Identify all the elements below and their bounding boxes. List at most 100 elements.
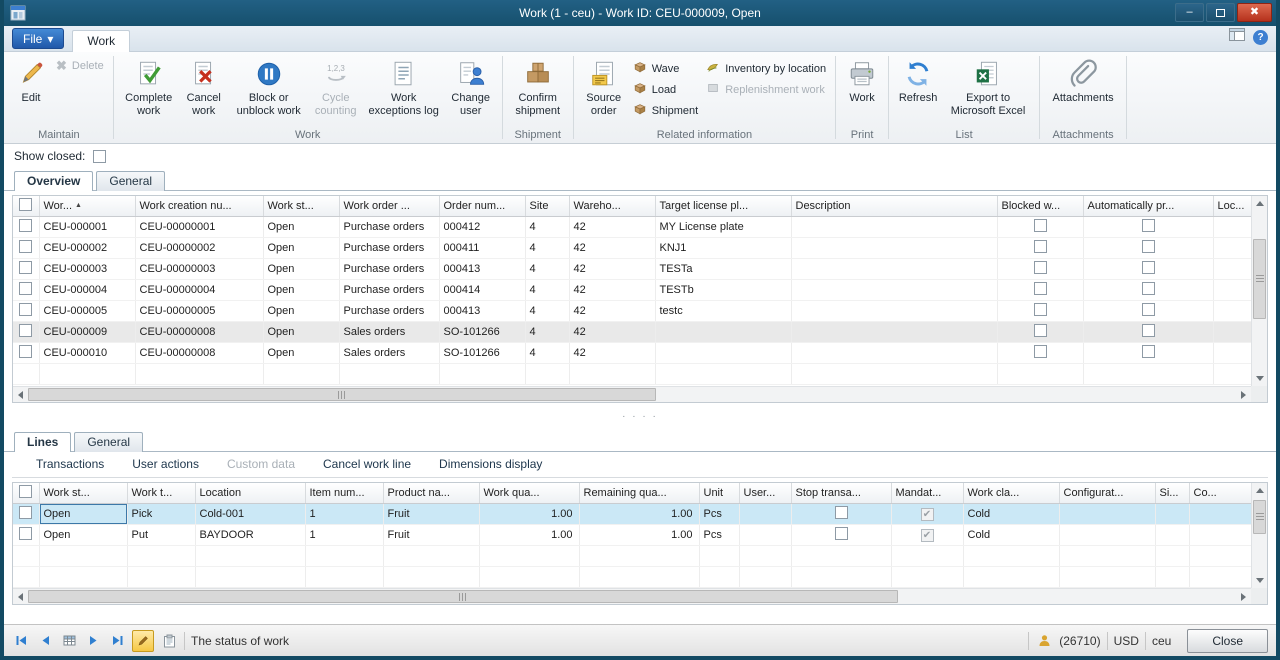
checkbox[interactable] (1142, 303, 1155, 316)
checkbox[interactable] (1034, 282, 1047, 295)
table-cell[interactable]: 42 (569, 259, 655, 280)
table-cell[interactable] (1213, 259, 1251, 280)
row-select-checkbox-cell[interactable] (13, 301, 39, 322)
column-header[interactable]: Blocked w... (997, 196, 1083, 217)
column-header[interactable]: Product na... (383, 483, 479, 504)
table-cell[interactable]: SO-101266 (439, 322, 525, 343)
column-header[interactable]: User... (739, 483, 791, 504)
table-cell[interactable]: 4 (525, 238, 569, 259)
table-cell[interactable]: Sales orders (339, 343, 439, 364)
inventory-by-location-button[interactable]: Inventory by location (702, 58, 830, 79)
table-cell[interactable]: Open (39, 504, 127, 525)
refresh-button[interactable]: Refresh (894, 55, 942, 107)
select-all-checkbox[interactable] (13, 196, 39, 217)
scroll-up-button[interactable] (1252, 483, 1267, 498)
table-cell[interactable]: Open (263, 301, 339, 322)
table-cell[interactable]: Purchase orders (339, 280, 439, 301)
scroll-down-button[interactable] (1252, 573, 1267, 588)
table-cell[interactable]: CEU-00000008 (135, 343, 263, 364)
column-header[interactable]: Wareho... (569, 196, 655, 217)
checkbox[interactable] (1142, 219, 1155, 232)
vertical-scroll-thumb[interactable] (1253, 500, 1266, 534)
table-cell[interactable] (791, 217, 997, 238)
table-cell[interactable] (997, 343, 1083, 364)
table-cell[interactable] (739, 525, 791, 546)
checkbox[interactable] (19, 527, 32, 540)
lines-horizontal-scrollbar[interactable] (13, 588, 1251, 604)
table-cell[interactable] (997, 322, 1083, 343)
row-select-checkbox-cell[interactable] (13, 504, 39, 525)
table-cell[interactable]: CEU-000009 (39, 322, 135, 343)
scroll-right-button[interactable] (1236, 387, 1251, 402)
column-header[interactable]: Configurat... (1059, 483, 1155, 504)
table-cell[interactable] (1213, 322, 1251, 343)
table-cell[interactable] (1083, 343, 1213, 364)
table-cell[interactable] (1213, 238, 1251, 259)
checkbox[interactable] (19, 303, 32, 316)
table-row[interactable]: CEU-000004CEU-00000004OpenPurchase order… (13, 280, 1251, 301)
cancel-work-button[interactable]: Cancel work (179, 55, 229, 120)
table-cell[interactable]: Cold (963, 504, 1059, 525)
table-cell[interactable]: 1 (305, 525, 383, 546)
column-header[interactable]: Automatically pr... (1083, 196, 1213, 217)
table-cell[interactable]: 42 (569, 217, 655, 238)
file-menu-button[interactable]: File ▾ (12, 28, 64, 49)
table-cell[interactable]: Open (263, 238, 339, 259)
table-cell[interactable]: 000414 (439, 280, 525, 301)
table-cell[interactable]: Open (263, 322, 339, 343)
table-cell[interactable] (997, 301, 1083, 322)
table-row[interactable]: CEU-000005CEU-00000005OpenPurchase order… (13, 301, 1251, 322)
user-actions-button[interactable]: User actions (132, 457, 199, 471)
checkbox[interactable] (19, 324, 32, 337)
splitter-handle[interactable]: · · · · (4, 403, 1276, 429)
table-cell[interactable] (791, 343, 997, 364)
table-cell[interactable]: CEU-00000003 (135, 259, 263, 280)
table-cell[interactable]: 4 (525, 217, 569, 238)
table-cell[interactable] (655, 343, 791, 364)
table-row[interactable]: OpenPickCold-0011Fruit1.001.00Pcs✔Cold (13, 504, 1251, 525)
table-cell[interactable] (791, 238, 997, 259)
checkbox[interactable] (1034, 324, 1047, 337)
checkbox[interactable] (1142, 324, 1155, 337)
company-indicator[interactable]: ceu (1152, 634, 1171, 648)
column-header[interactable]: Work t... (127, 483, 195, 504)
column-header[interactable]: Work order ... (339, 196, 439, 217)
last-record-button[interactable] (108, 631, 126, 651)
table-cell[interactable] (1213, 280, 1251, 301)
checkbox[interactable] (19, 345, 32, 358)
source-order-button[interactable]: Source order (579, 55, 629, 120)
column-header[interactable]: Wor...▲ (39, 196, 135, 217)
table-cell[interactable] (1155, 525, 1189, 546)
checkbox[interactable] (19, 485, 32, 498)
table-cell[interactable]: Cold-001 (195, 504, 305, 525)
column-header[interactable]: Unit (699, 483, 739, 504)
table-cell[interactable]: CEU-00000002 (135, 238, 263, 259)
table-cell[interactable]: CEU-000005 (39, 301, 135, 322)
table-cell[interactable]: BAYDOOR (195, 525, 305, 546)
table-cell[interactable] (739, 504, 791, 525)
table-cell[interactable] (1059, 504, 1155, 525)
cancel-work-line-button[interactable]: Cancel work line (323, 457, 411, 471)
table-cell[interactable]: CEU-000001 (39, 217, 135, 238)
table-row[interactable]: CEU-000003CEU-00000003OpenPurchase order… (13, 259, 1251, 280)
confirm-shipment-button[interactable]: Confirm shipment (508, 55, 568, 120)
table-cell[interactable]: 4 (525, 322, 569, 343)
checkbox[interactable] (19, 219, 32, 232)
scroll-right-button[interactable] (1236, 589, 1251, 604)
complete-work-button[interactable]: Complete work (119, 55, 179, 120)
table-cell[interactable]: Sales orders (339, 322, 439, 343)
edit-mode-button[interactable] (132, 630, 154, 652)
checkbox[interactable] (1142, 240, 1155, 253)
table-row[interactable]: CEU-000002CEU-00000002OpenPurchase order… (13, 238, 1251, 259)
table-cell[interactable]: TESTa (655, 259, 791, 280)
table-cell[interactable]: Pcs (699, 525, 739, 546)
overview-vertical-scrollbar[interactable] (1251, 196, 1267, 386)
load-button[interactable]: Load (629, 79, 702, 100)
column-header[interactable]: Remaining qua... (579, 483, 699, 504)
column-header[interactable]: Stop transa... (791, 483, 891, 504)
previous-record-button[interactable] (36, 631, 54, 651)
transactions-button[interactable]: Transactions (36, 457, 104, 471)
document-handling-icon[interactable] (160, 631, 178, 651)
table-cell[interactable]: TESTb (655, 280, 791, 301)
table-cell[interactable] (791, 525, 891, 546)
